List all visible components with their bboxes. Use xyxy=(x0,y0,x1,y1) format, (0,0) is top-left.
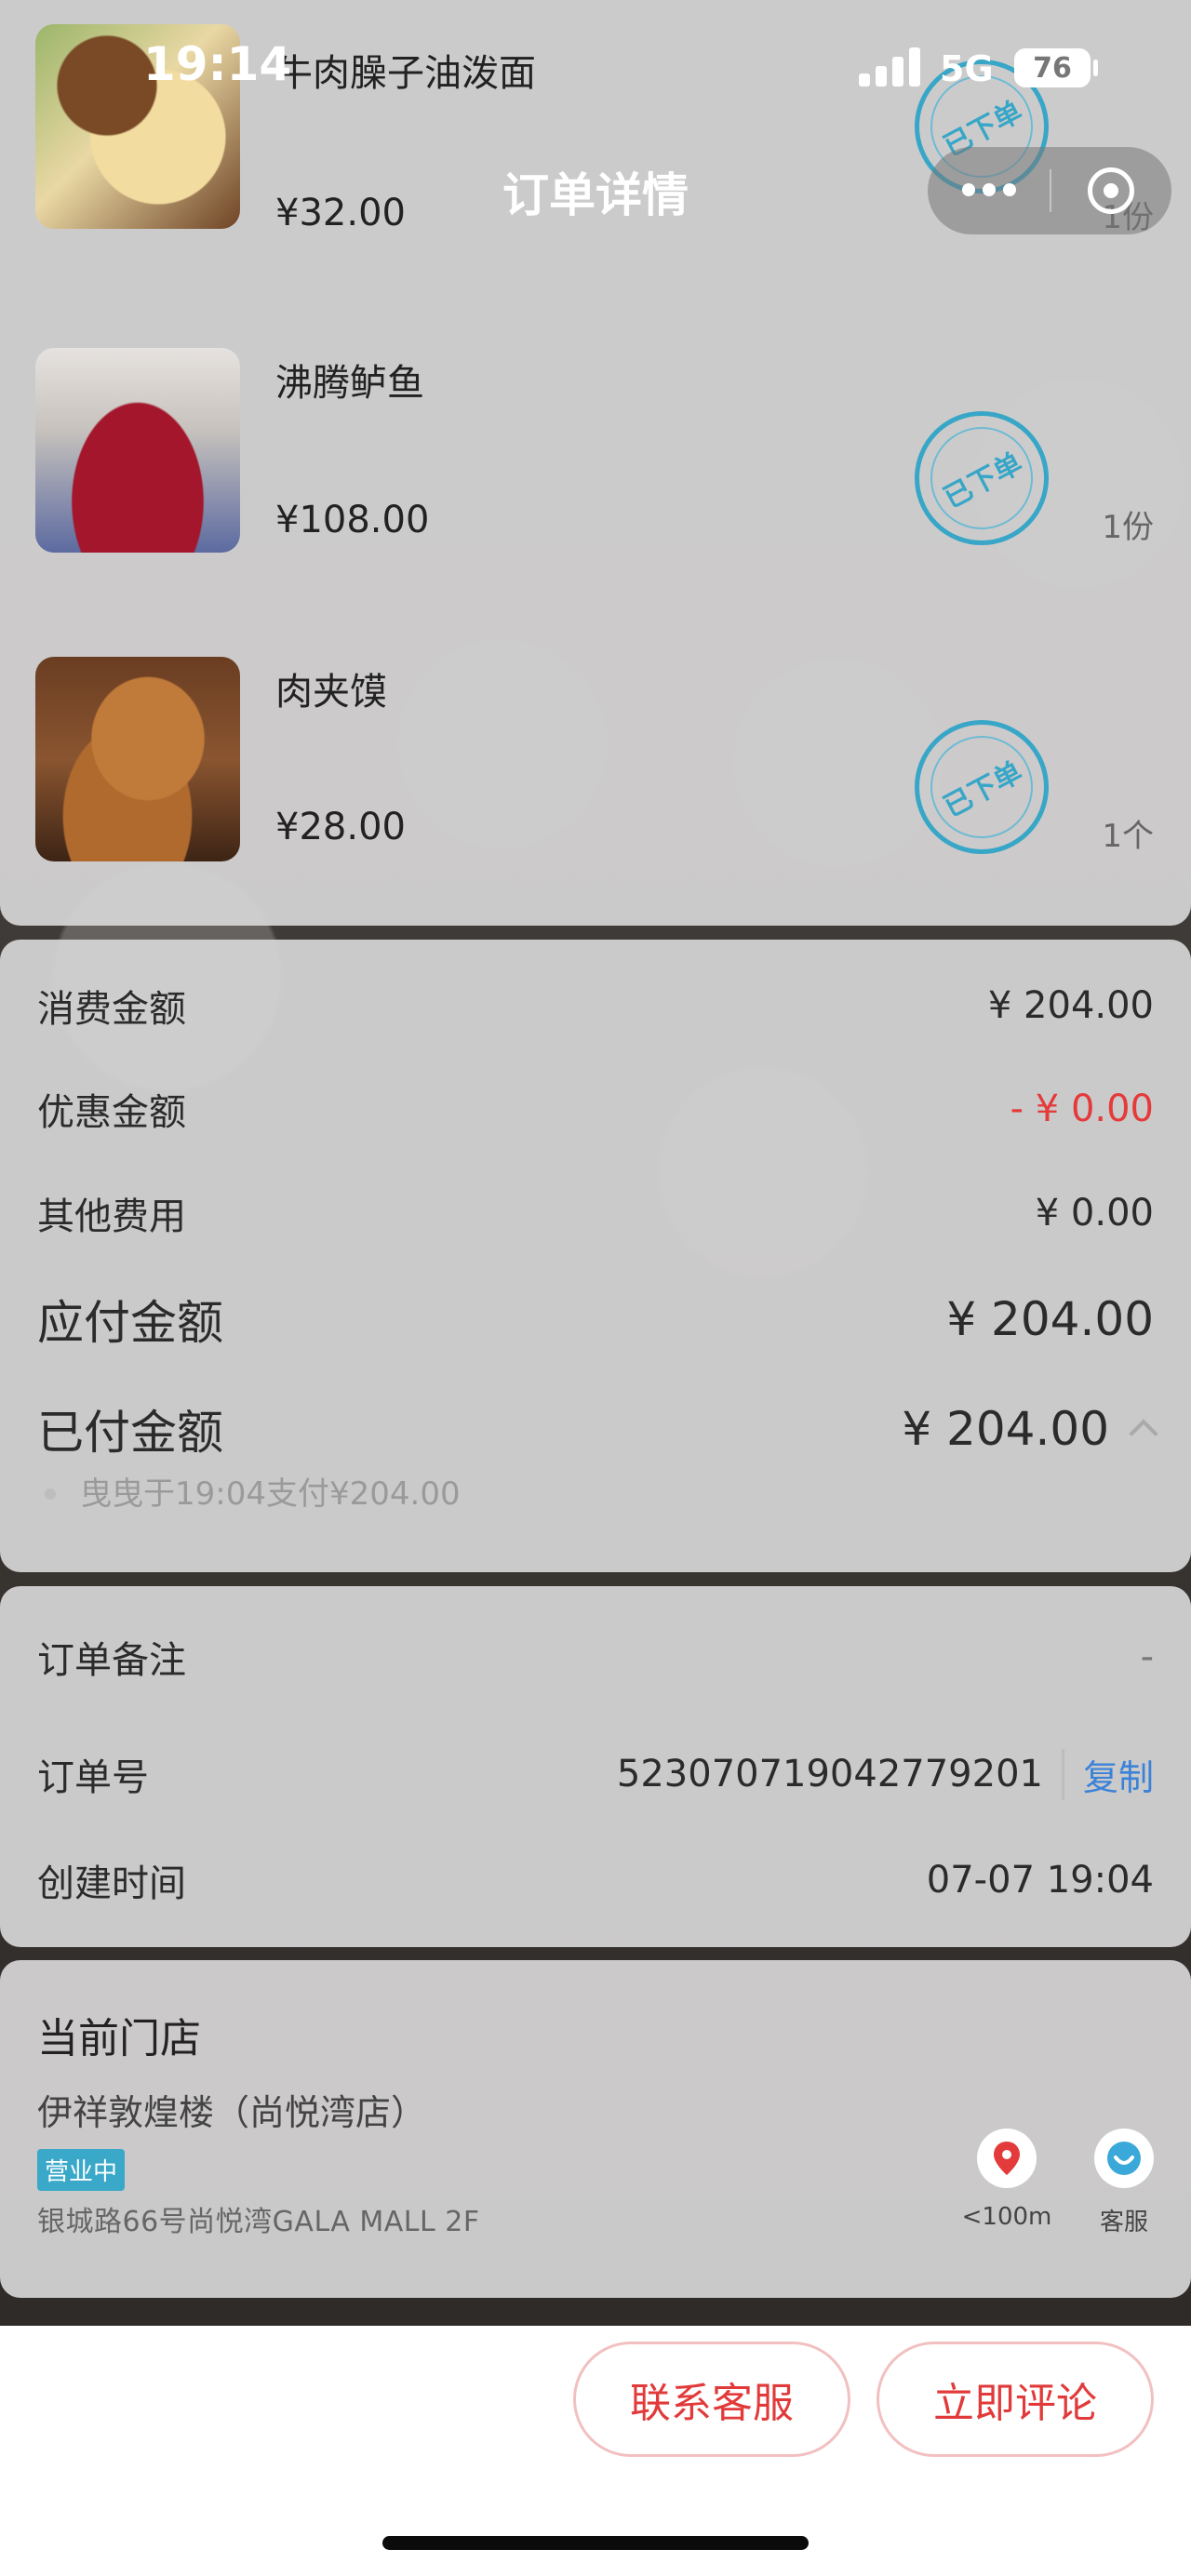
bullet-dot xyxy=(45,1488,56,1500)
chevron-up-icon[interactable] xyxy=(1129,1419,1158,1448)
created-time-row: 创建时间 07-07 19:04 xyxy=(37,1853,1154,1907)
item-name: 牛肉臊子油泼面 xyxy=(275,52,536,95)
consume-amount-row: 消费金额 ¥ 204.00 xyxy=(37,979,1154,1033)
item-name: 肉夹馍 xyxy=(275,671,387,714)
signal-icon xyxy=(859,45,924,87)
order-items-card: 牛肉臊子油泼面 ¥32.00 已下单 1份 沸腾鲈鱼 ¥108.00 已下单 1… xyxy=(0,0,1191,926)
order-number-row: 订单号 523070719042779201 复制 xyxy=(37,1747,1154,1801)
order-number-value: 523070719042779201 xyxy=(616,1753,1043,1795)
created-time-label: 创建时间 xyxy=(37,1862,186,1905)
created-time-value: 07-07 19:04 xyxy=(926,1859,1154,1902)
item-price: ¥28.00 xyxy=(275,806,406,848)
paid-amount-row[interactable]: 已付金额 ¥ 204.00 xyxy=(37,1395,1158,1462)
capsule-divider xyxy=(1050,169,1051,212)
consume-value: ¥ 204.00 xyxy=(987,984,1154,1027)
payable-label: 应付金额 xyxy=(37,1296,223,1350)
paid-value-group[interactable]: ¥ 204.00 xyxy=(902,1402,1158,1456)
paid-value: ¥ 204.00 xyxy=(902,1402,1109,1456)
home-indicator[interactable] xyxy=(382,2536,809,2550)
payable-value: ¥ 204.00 xyxy=(946,1292,1154,1346)
order-number-label: 订单号 xyxy=(37,1756,149,1799)
other-fee-value: ¥ 0.00 xyxy=(1035,1192,1154,1235)
status-time: 19:14 xyxy=(143,37,292,91)
status-badge: 营业中 xyxy=(37,2149,126,2191)
store-title: 当前门店 xyxy=(37,2015,201,2062)
item-image xyxy=(35,657,240,861)
discount-value: - ¥ 0.00 xyxy=(1010,1088,1154,1130)
payable-amount-row: 应付金额 ¥ 204.00 xyxy=(37,1286,1154,1353)
store-name[interactable]: 伊祥敦煌楼（尚悦湾店） xyxy=(37,2084,426,2135)
order-item[interactable]: 沸腾鲈鱼 ¥108.00 已下单 1份 xyxy=(0,348,1191,554)
ordered-stamp: 已下单 xyxy=(915,411,1049,545)
customer-service-button[interactable] xyxy=(1094,2129,1154,2188)
battery-tip xyxy=(1093,60,1098,76)
more-icon[interactable] xyxy=(962,183,1018,198)
network-type: 5G xyxy=(940,48,994,89)
copy-button[interactable]: 复制 xyxy=(1061,1748,1154,1800)
remark-value: - xyxy=(1140,1635,1154,1678)
item-quantity: 1份 xyxy=(1102,509,1154,546)
order-item[interactable]: 肉夹馍 ¥28.00 已下单 1个 xyxy=(0,657,1191,863)
other-fee-row: 其他费用 ¥ 0.00 xyxy=(37,1186,1154,1240)
ordered-stamp: 已下单 xyxy=(915,720,1049,854)
customer-service-icon xyxy=(1107,2142,1141,2175)
item-quantity: 1个 xyxy=(1102,818,1154,855)
contact-service-button[interactable]: 联系客服 xyxy=(573,2342,850,2457)
service-label: 客服 xyxy=(1099,2209,1148,2236)
discount-amount-row: 优惠金额 - ¥ 0.00 xyxy=(37,1082,1154,1136)
item-image xyxy=(35,348,240,553)
remark-label: 订单备注 xyxy=(37,1639,186,1682)
order-remark-row: 订单备注 - xyxy=(37,1630,1154,1684)
consume-label: 消费金额 xyxy=(37,988,186,1031)
other-fee-label: 其他费用 xyxy=(37,1195,186,1238)
distance-label: <100m xyxy=(961,2203,1052,2231)
battery-level: 76 xyxy=(1033,51,1072,85)
item-name: 沸腾鲈鱼 xyxy=(275,362,424,405)
location-pin-icon xyxy=(994,2142,1020,2175)
payment-note: 曳曳于19:04支付¥204.00 xyxy=(80,1475,461,1513)
discount-label: 优惠金额 xyxy=(37,1091,186,1134)
review-button[interactable]: 立即评论 xyxy=(877,2342,1154,2457)
location-button[interactable] xyxy=(977,2129,1037,2188)
battery-icon: 76 xyxy=(1014,48,1091,87)
paid-label: 已付金额 xyxy=(37,1406,223,1460)
item-price: ¥108.00 xyxy=(275,499,430,541)
store-address: 银城路66号尚悦湾GALA MALL 2F xyxy=(37,2206,480,2238)
close-miniprogram-icon[interactable] xyxy=(1088,167,1134,214)
